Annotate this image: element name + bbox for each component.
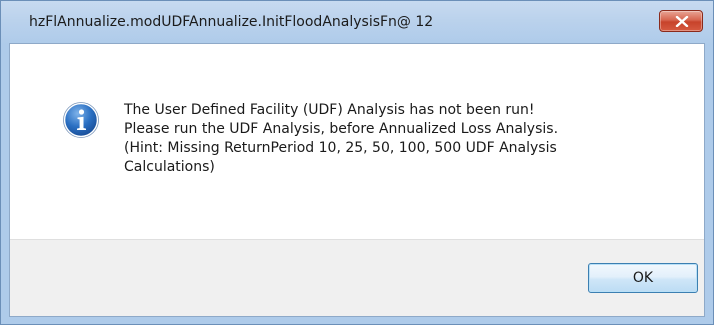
message-line: Calculations): [124, 159, 215, 175]
close-icon: [675, 16, 689, 27]
message-box-window: hzFlAnnualize.modUDFAnnualize.InitFloodA…: [0, 0, 714, 325]
close-button[interactable]: [659, 10, 703, 32]
message-line: (Hint: Missing ReturnPeriod 10, 25, 50, …: [124, 140, 557, 156]
button-bar: OK: [10, 239, 704, 316]
window-title: hzFlAnnualize.modUDFAnnualize.InitFloodA…: [29, 14, 434, 30]
message-area: The User Defined Facility (UDF) Analysis…: [10, 44, 704, 239]
dialog-message: The User Defined Facility (UDF) Analysis…: [124, 101, 664, 177]
message-line: The User Defined Facility (UDF) Analysis…: [124, 102, 535, 118]
ok-button[interactable]: OK: [588, 263, 698, 293]
info-icon: [63, 102, 99, 138]
dialog-client-area: The User Defined Facility (UDF) Analysis…: [9, 43, 705, 317]
title-bar[interactable]: hzFlAnnualize.modUDFAnnualize.InitFloodA…: [1, 1, 713, 43]
message-line: Please run the UDF Analysis, before Annu…: [124, 121, 559, 137]
